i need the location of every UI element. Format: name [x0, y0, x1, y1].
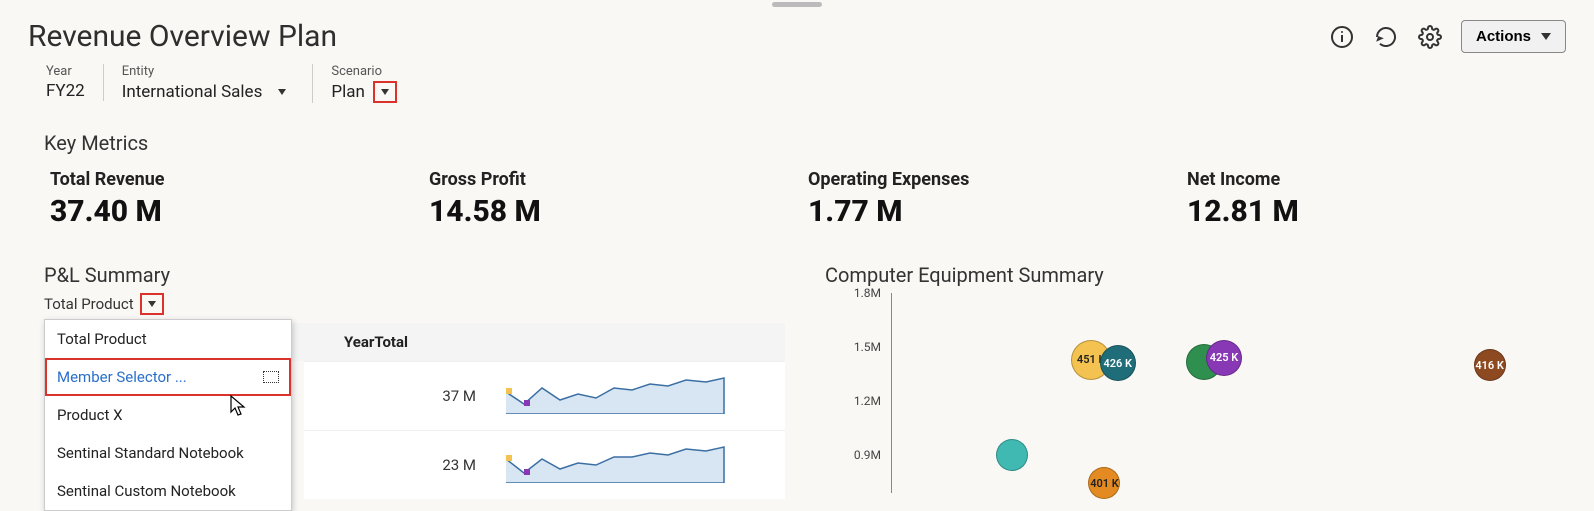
- dropdown-item[interactable]: Sentinal Standard Notebook: [45, 434, 291, 472]
- member-selector-icon: [263, 371, 279, 383]
- filter-entity-value: International Sales: [122, 82, 263, 102]
- dropdown-item-label: Product X: [57, 406, 123, 424]
- metric-label: Net Income: [1187, 169, 1566, 190]
- dropdown-item-label: Total Product: [57, 330, 147, 348]
- filter-year-value: FY22: [46, 81, 85, 101]
- chart-bubble[interactable]: 416 K: [1474, 349, 1506, 381]
- metric-label: Total Revenue: [50, 169, 429, 190]
- equipment-summary-title: Computer Equipment Summary: [825, 263, 1566, 287]
- filter-entity-dropdown[interactable]: [270, 81, 294, 103]
- cursor-icon: [230, 395, 248, 417]
- metric-total-revenue: Total Revenue 37.40 M: [50, 169, 429, 229]
- dropdown-item-label: Sentinal Standard Notebook: [57, 444, 244, 462]
- bubble-chart: 1.8M 1.5M 1.2M 0.9M 451 K426 K401 K425 K…: [835, 293, 1566, 493]
- dropdown-item-member-selector[interactable]: Member Selector ...: [45, 358, 291, 396]
- product-dropdown-menu: Total Product Member Selector ... Produc…: [44, 319, 292, 511]
- dropdown-item-label: Sentinal Custom Notebook: [57, 482, 236, 500]
- y-tick: 1.8M: [854, 286, 881, 300]
- metric-gross-profit: Gross Profit 14.58 M: [429, 169, 808, 229]
- chevron-down-icon: [278, 89, 286, 95]
- pnl-summary-panel: P&L Summary Total Product YearTotal 37 M: [44, 263, 785, 499]
- equipment-summary-panel: Computer Equipment Summary 1.8M 1.5M 1.2…: [825, 263, 1566, 499]
- metric-value: 12.81 M: [1187, 194, 1566, 229]
- filter-year-label: Year: [46, 64, 85, 79]
- metric-value: 14.58 M: [429, 194, 808, 229]
- filter-scenario-dropdown[interactable]: [373, 81, 397, 103]
- table-row: 23 M: [304, 430, 785, 499]
- y-tick: 1.2M: [854, 394, 881, 408]
- metric-label: Gross Profit: [429, 169, 808, 190]
- key-metrics-title: Key Metrics: [44, 131, 1566, 155]
- chevron-down-icon: [148, 301, 156, 307]
- product-selector-value: Total Product: [44, 295, 134, 313]
- chevron-down-icon: [1541, 33, 1551, 40]
- filter-scenario-label: Scenario: [331, 64, 397, 79]
- chart-bubble[interactable]: 426 K: [1100, 345, 1136, 381]
- pnl-row-value: 23 M: [316, 456, 506, 474]
- pnl-summary-title: P&L Summary: [44, 263, 785, 287]
- actions-button[interactable]: Actions: [1461, 20, 1566, 53]
- y-tick: 1.5M: [854, 340, 881, 354]
- pnl-row-value: 37 M: [316, 387, 506, 405]
- filter-entity-label: Entity: [122, 64, 295, 79]
- table-row: 37 M: [304, 361, 785, 430]
- metric-label: Operating Expenses: [808, 169, 1187, 190]
- dropdown-item[interactable]: Sentinal Custom Notebook: [45, 472, 291, 510]
- filter-scenario-value: Plan: [331, 82, 365, 102]
- actions-button-label: Actions: [1476, 28, 1531, 45]
- refresh-icon[interactable]: [1373, 24, 1399, 50]
- sparkline: [506, 443, 773, 487]
- chevron-down-icon: [381, 89, 389, 95]
- chart-bubble[interactable]: 425 K: [1206, 340, 1242, 376]
- dropdown-item[interactable]: Product X: [45, 396, 291, 434]
- info-icon[interactable]: [1329, 24, 1355, 50]
- metric-net-income: Net Income 12.81 M: [1187, 169, 1566, 229]
- metric-value: 1.77 M: [808, 194, 1187, 229]
- product-selector-dropdown[interactable]: [140, 293, 164, 315]
- gear-icon[interactable]: [1417, 24, 1443, 50]
- chart-bubble[interactable]: 401 K: [1088, 467, 1120, 499]
- dropdown-item[interactable]: Total Product: [45, 320, 291, 358]
- y-tick: 0.9M: [854, 448, 881, 462]
- chart-bubble[interactable]: [996, 439, 1028, 471]
- metric-operating-expenses: Operating Expenses 1.77 M: [808, 169, 1187, 229]
- page-title: Revenue Overview Plan: [28, 19, 337, 54]
- metric-value: 37.40 M: [50, 194, 429, 229]
- sparkline: [506, 374, 773, 418]
- pnl-column-header: YearTotal: [316, 333, 436, 351]
- dropdown-item-label: Member Selector ...: [57, 368, 187, 386]
